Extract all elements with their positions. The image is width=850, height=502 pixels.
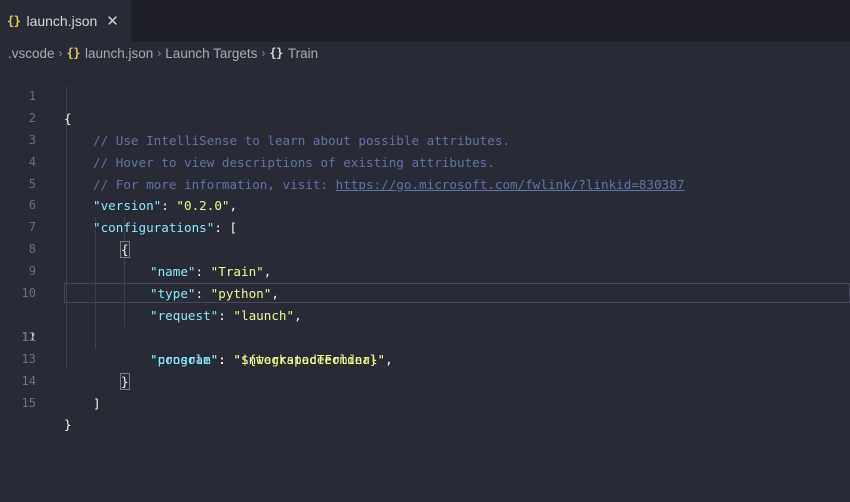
breadcrumb-item-train[interactable]: Train <box>288 46 318 61</box>
code-text: ] <box>93 393 101 415</box>
json-file-icon: {} <box>66 46 81 60</box>
breadcrumb-item-launch-json[interactable]: launch.json <box>85 46 153 61</box>
current-line-highlight <box>64 283 850 303</box>
json-file-icon: {} <box>7 14 21 28</box>
close-icon[interactable]: ✕ <box>106 14 119 29</box>
code-line: 12 "console": "integratedTerminal" <box>0 305 850 367</box>
tab-label: launch.json <box>26 13 98 29</box>
code-line: 2 // Use IntelliSense to learn about pos… <box>0 86 850 148</box>
code-text: } <box>64 414 72 436</box>
editor-window: {} launch.json ✕ .vscode › {} launch.jso… <box>0 0 850 502</box>
breadcrumb-item-launch-targets[interactable]: Launch Targets <box>165 46 257 61</box>
breadcrumb-item-vscode[interactable]: .vscode <box>8 46 55 61</box>
code-line: 9 "type": "python", <box>0 239 850 301</box>
object-icon: {} <box>269 46 283 60</box>
tab-launch-json[interactable]: {} launch.json ✕ <box>0 0 131 42</box>
code-line: 4 // For more information, visit: https:… <box>0 130 850 192</box>
line-number: 15 <box>21 395 36 410</box>
code-line: 3 // Hover to view descriptions of exist… <box>0 108 850 170</box>
code-line: 15 } <box>0 371 850 433</box>
breadcrumb: .vscode › {} launch.json › Launch Target… <box>0 42 850 64</box>
chevron-right-icon: › <box>261 46 266 60</box>
chevron-right-icon: › <box>58 46 63 60</box>
brace: } <box>64 417 72 433</box>
code-line: 14 ] <box>0 349 850 411</box>
code-line: 7 { <box>0 195 850 259</box>
code-line: 1 { <box>0 64 850 126</box>
chevron-right-icon: › <box>157 46 162 60</box>
bracket: ] <box>93 395 101 411</box>
code-line: 6 "configurations": [ <box>0 174 850 235</box>
code-line-active: 11 "program": "${workspaceFolder}", <box>0 283 850 367</box>
code-line: 5 "version": "0.2.0", <box>0 152 850 214</box>
code-line: 8 "name": "Train", <box>0 217 850 279</box>
code-line: 13 } <box>0 327 850 390</box>
code-line: 10 "request": "launch", <box>0 261 850 323</box>
code-editor[interactable]: 1 { 2 // Use IntelliSense to learn about… <box>0 64 850 502</box>
tab-bar: {} launch.json ✕ <box>0 0 850 42</box>
